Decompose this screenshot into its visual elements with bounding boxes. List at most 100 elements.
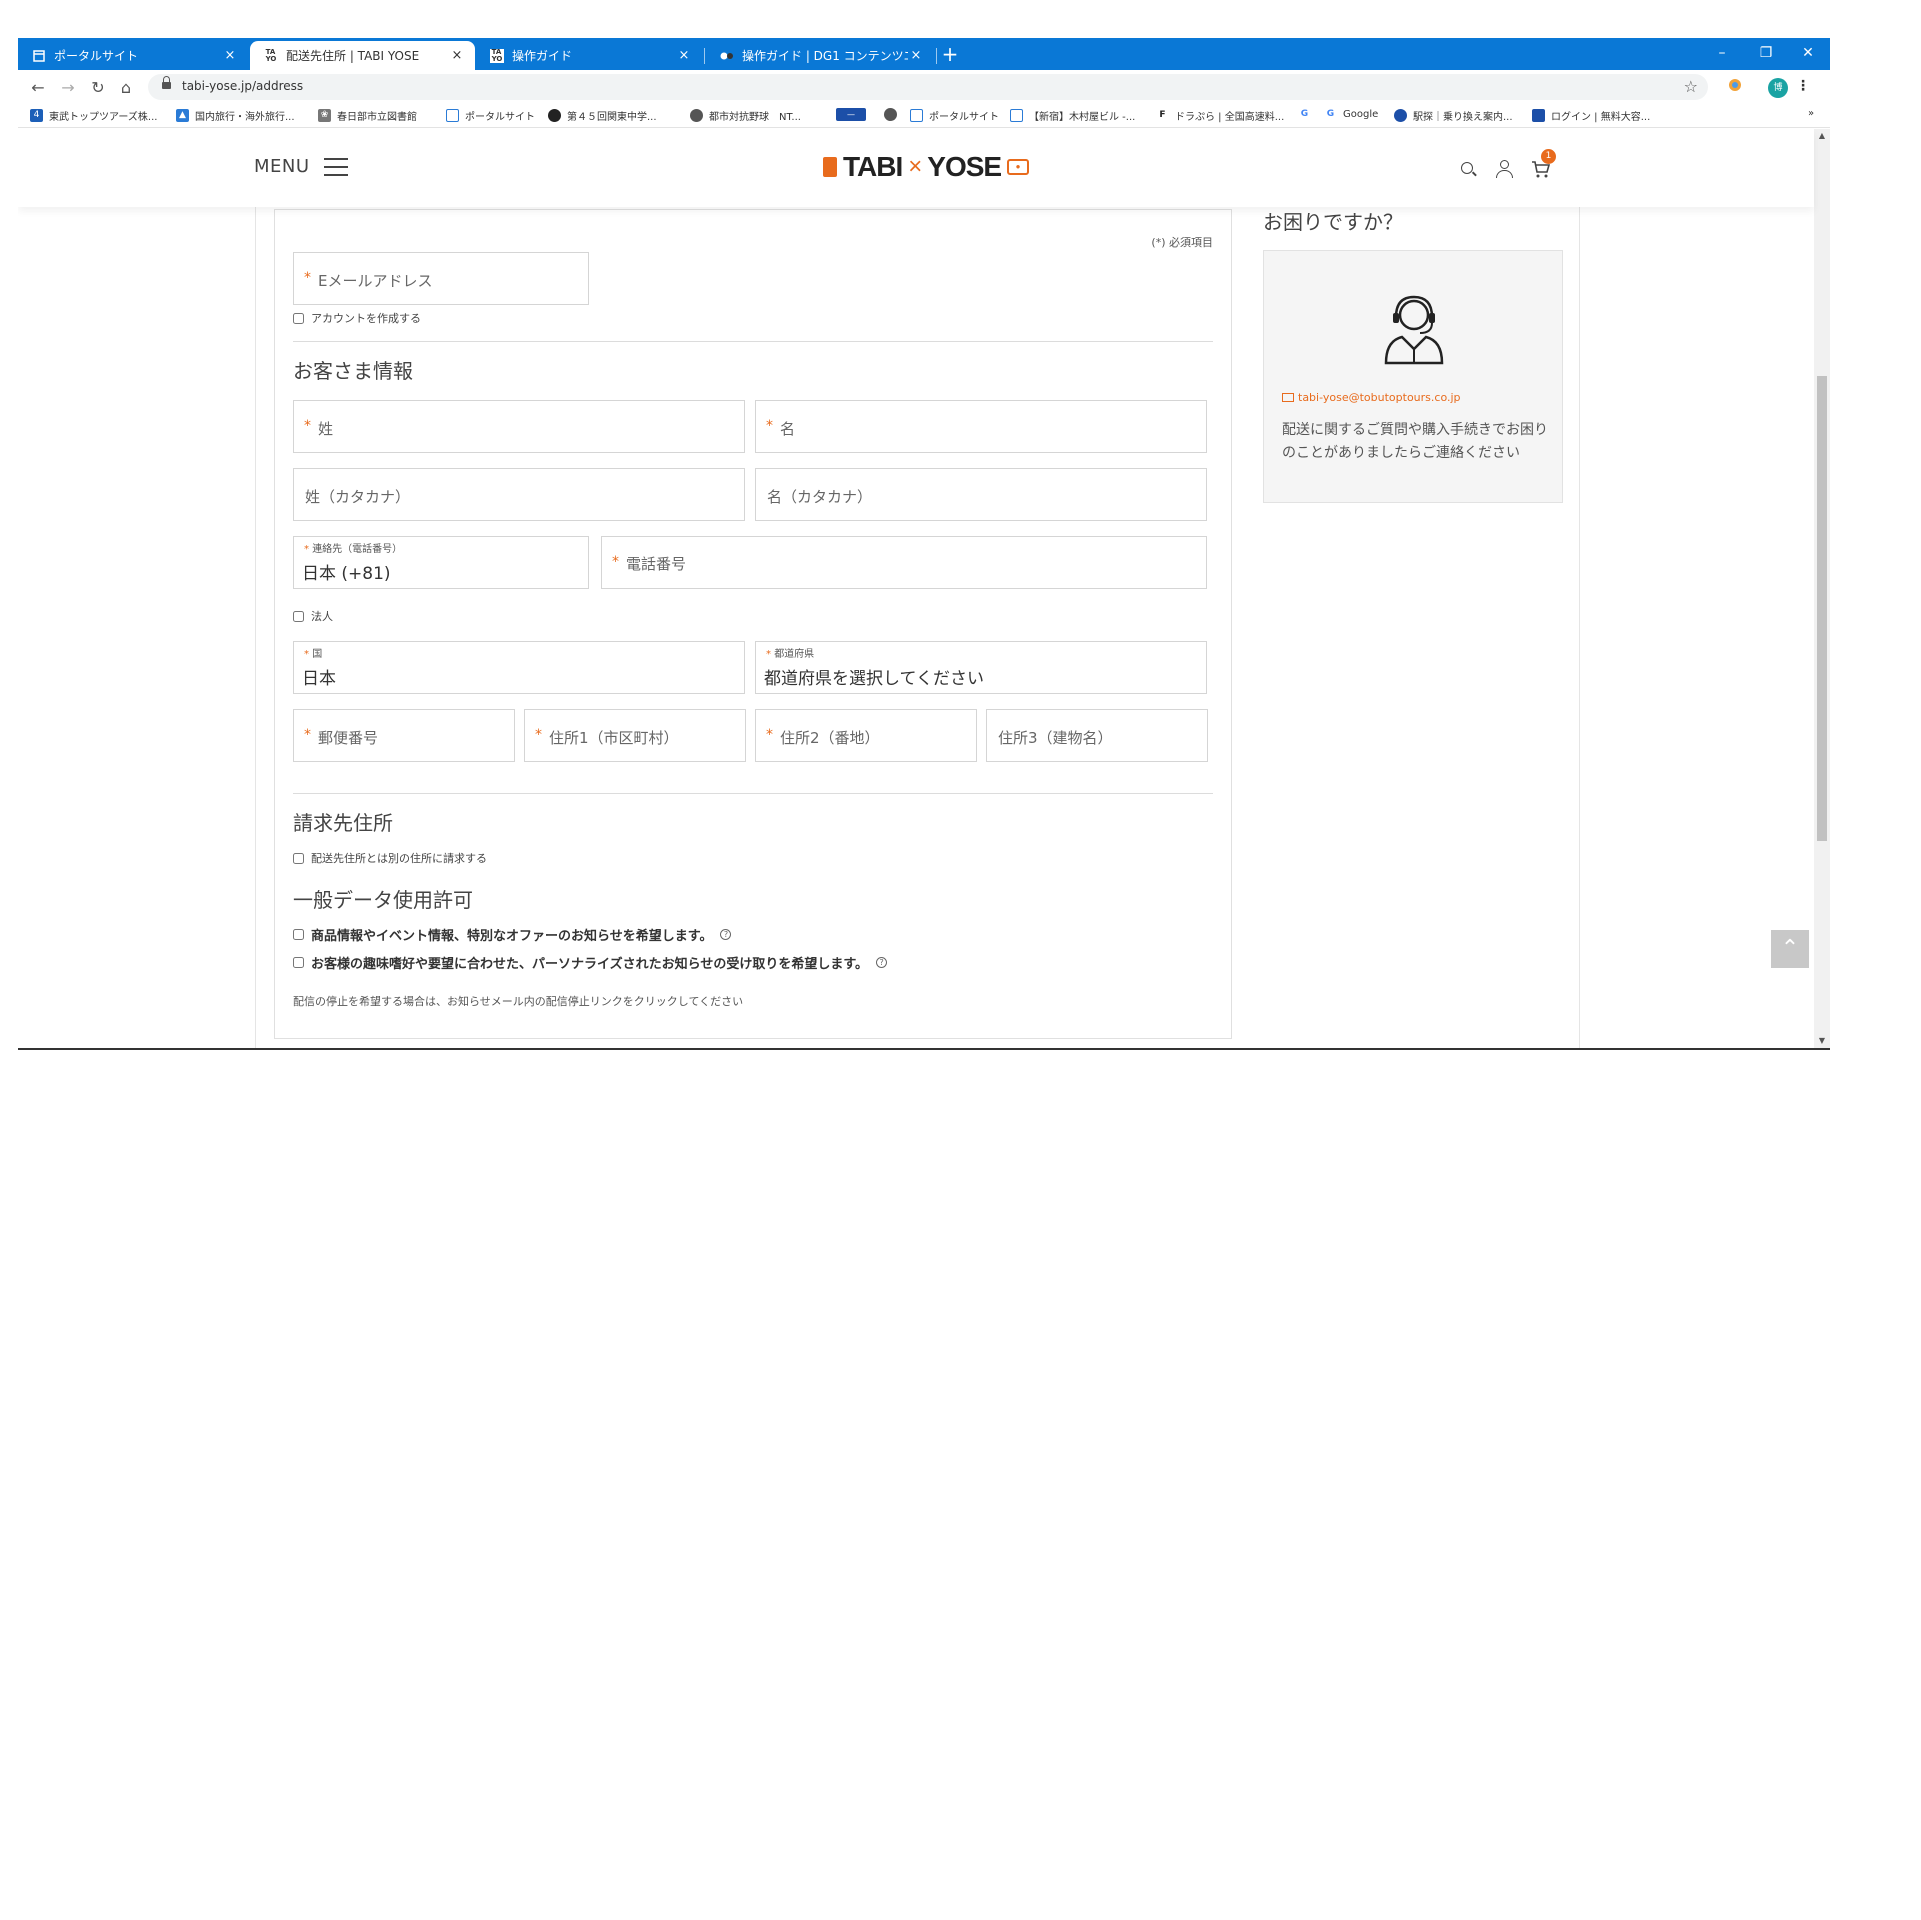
tabi-yose-icon: TA YO (265, 47, 277, 63)
first-name-kana-placeholder: 名（カタカナ） (767, 488, 873, 506)
checkbox[interactable] (293, 312, 304, 324)
back-to-top-button[interactable]: ⌃ (1771, 930, 1809, 968)
window-bottom-edge (18, 1048, 1830, 1050)
first-name-field[interactable]: * 名 (755, 400, 1207, 453)
required-note: (*) 必須項目 (1151, 236, 1213, 249)
bookmark-item[interactable]: G (1298, 108, 1317, 121)
checkbox[interactable] (293, 957, 304, 968)
email-field[interactable]: * Eメールアドレス (293, 252, 589, 305)
close-window-button[interactable]: ✕ (1786, 38, 1830, 70)
checkbox[interactable] (293, 610, 304, 622)
address2-field[interactable]: * 住所2（番地） (755, 709, 977, 762)
create-account-checkbox[interactable]: アカウントを作成する (293, 310, 421, 326)
checkbox[interactable] (293, 929, 304, 940)
forward-button[interactable]: → (56, 76, 80, 100)
cart-icon[interactable]: 1 (1531, 149, 1556, 179)
consent-offers-checkbox[interactable]: 商品情報やイベント情報、特別なオファーのお知らせを希望します。? (293, 925, 732, 944)
checkbox[interactable] (293, 852, 304, 864)
browser-menu-icon[interactable]: ⋮ (1796, 78, 1810, 94)
bookmark-favicon (1010, 109, 1023, 122)
prefecture-select[interactable]: * 都道府県 都道府県を選択してください (755, 641, 1207, 694)
logo-text-left: TABI (843, 151, 903, 182)
user-icon[interactable] (1495, 159, 1515, 179)
country-select[interactable]: * 国 日本 (293, 641, 745, 694)
support-email-link[interactable]: tabi-yose@tobutoptours.co.jp (1282, 391, 1461, 404)
tab-strip: ポータルサイト × TA YO 配送先住所 | TABI YOSE × TA YO … (18, 38, 1830, 70)
extension-icon[interactable] (1728, 78, 1742, 96)
bookmark-label: ログイン | 無料大容... (1551, 112, 1651, 123)
restore-button[interactable]: ❐ (1744, 38, 1788, 70)
search-icon[interactable] (1458, 159, 1478, 179)
close-icon[interactable]: × (676, 48, 692, 63)
tab-guide[interactable]: TA YO 操作ガイド × (476, 41, 702, 70)
bookmark-item[interactable]: ポータルサイト (910, 108, 999, 123)
last-name-placeholder: 姓 (318, 420, 334, 438)
bookmark-item[interactable]: 【新宿】木村屋ビル -... (1010, 108, 1135, 123)
scrollbar-thumb[interactable] (1817, 376, 1827, 841)
new-tab-button[interactable]: + (938, 42, 962, 66)
bookmark-item[interactable] (884, 108, 903, 121)
profile-avatar[interactable]: 博 (1768, 78, 1788, 98)
bookmark-item[interactable]: 4 東武トップツアーズ株... (30, 108, 157, 123)
bookmark-item[interactable]: 都市対抗野球 NT... (690, 108, 801, 123)
tab-separator (936, 48, 937, 64)
bookmark-favicon: ❀ (318, 109, 331, 122)
divider (293, 341, 1213, 342)
bookmark-label: Google (1343, 109, 1379, 120)
close-icon[interactable]: × (222, 48, 238, 63)
bookmark-item[interactable]: ❀ 春日部市立図書館 (318, 108, 417, 123)
bookmark-item[interactable]: ログイン | 無料大容... (1532, 108, 1650, 123)
help-icon[interactable]: ? (720, 929, 732, 940)
corporation-checkbox[interactable]: 法人 (293, 608, 333, 624)
address-bar[interactable]: tabi-yose.jp/address ☆ (148, 74, 1708, 100)
minimize-button[interactable]: – (1700, 38, 1744, 70)
support-agent-icon (1384, 295, 1444, 365)
address1-placeholder: 住所1（市区町村） (549, 729, 679, 747)
address3-field[interactable]: 住所3（建物名） (986, 709, 1208, 762)
phone-country-select[interactable]: * 連絡先（電話番号） 日本 (+81) (293, 536, 589, 589)
bookmark-favicon (446, 109, 459, 122)
bookmark-item[interactable]: 駅探｜乗り換え案内... (1394, 108, 1513, 123)
site-logo[interactable]: TABI × YOSE ● (823, 151, 1030, 183)
tab-address[interactable]: TA YO 配送先住所 | TABI YOSE × (250, 41, 475, 70)
back-button[interactable]: ← (26, 76, 50, 100)
last-name-field[interactable]: * 姓 (293, 400, 745, 453)
phone-number-field[interactable]: * 電話番号 (601, 536, 1207, 589)
bookmark-item[interactable]: — (836, 108, 872, 121)
consent-personalized-checkbox[interactable]: お客様の趣味嗜好や要望に合わせた、パーソナライズされたお知らせの受け取りを希望し… (293, 953, 888, 972)
page-viewport: MENU TABI × YOSE ● 1 (*) 必須項目 * Eメールアドレス… (18, 129, 1830, 1048)
bookmark-favicon: F (1156, 109, 1169, 122)
bookmarks-overflow[interactable]: » (1808, 108, 1814, 119)
scrollbar[interactable]: ▲ ▼ (1814, 129, 1830, 1048)
address1-field[interactable]: * 住所1（市区町村） (524, 709, 746, 762)
first-name-kana-field[interactable]: 名（カタカナ） (755, 468, 1207, 521)
scroll-up-icon[interactable]: ▲ (1818, 131, 1826, 140)
scroll-down-icon[interactable]: ▼ (1818, 1036, 1826, 1045)
bookmark-item[interactable]: ポータルサイト (446, 108, 535, 123)
bookmark-item[interactable]: 第４５回関東中学... (548, 108, 657, 123)
tabi-yose-icon: TA YO (490, 47, 504, 63)
last-name-kana-field[interactable]: 姓（カタカナ） (293, 468, 745, 521)
bookmark-item[interactable]: F ドラぷら | 全国高速料... (1156, 108, 1284, 123)
bookmark-item[interactable]: ▲ 国内旅行・海外旅行... (176, 108, 295, 123)
tab-dg1[interactable]: 操作ガイド | DG1 コンテンツエディター × (706, 41, 934, 70)
menu-label: MENU (254, 156, 310, 177)
bookmark-star-icon[interactable]: ☆ (1684, 77, 1698, 96)
billing-different-checkbox[interactable]: 配送先住所とは別の住所に請求する (293, 850, 487, 866)
reload-button[interactable]: ↻ (86, 76, 110, 100)
required-mark: * (304, 418, 311, 434)
postal-code-field[interactable]: * 郵便番号 (293, 709, 515, 762)
close-icon[interactable]: × (908, 48, 924, 63)
home-button[interactable]: ⌂ (114, 76, 138, 100)
close-icon[interactable]: × (449, 48, 465, 63)
browser-window: ポータルサイト × TA YO 配送先住所 | TABI YOSE × TA YO … (18, 38, 1830, 1048)
country-value: 日本 (302, 669, 336, 689)
tab-portal[interactable]: ポータルサイト × (18, 41, 248, 70)
divider (293, 793, 1213, 794)
country-label: * 国 (304, 649, 323, 660)
bookmark-label: 春日部市立図書館 (337, 112, 417, 123)
help-icon[interactable]: ? (876, 957, 888, 968)
bookmark-item[interactable]: G Google (1324, 108, 1378, 121)
menu-button[interactable]: MENU (254, 156, 348, 177)
bookmark-label: ドラぷら | 全国高速料... (1175, 112, 1285, 123)
